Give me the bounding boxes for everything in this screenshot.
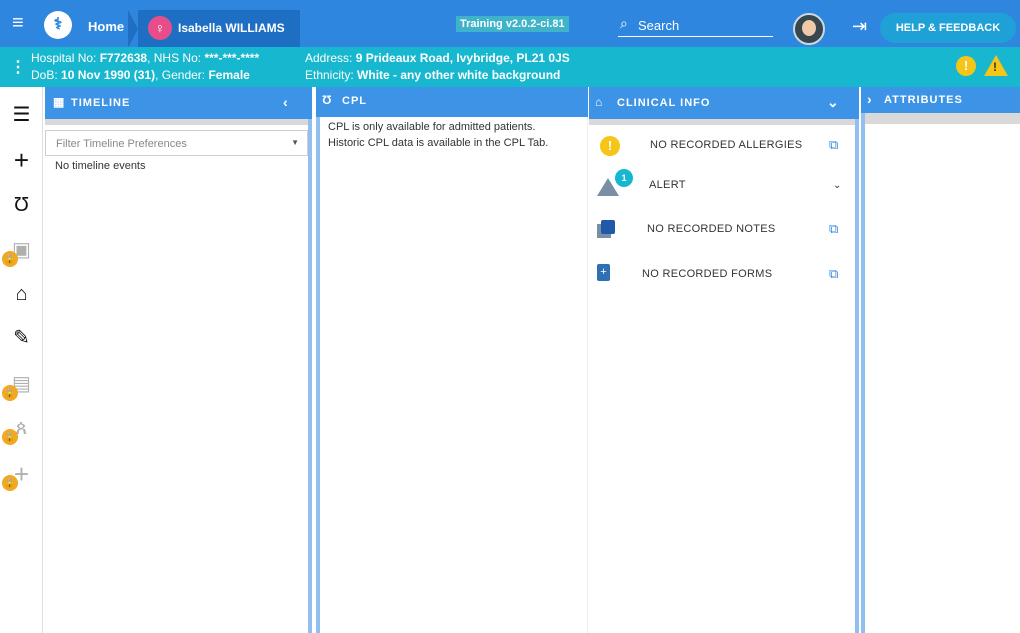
chevron-down-icon[interactable]: ⌄	[833, 180, 841, 191]
gender-label: Gender:	[161, 68, 206, 82]
cpl-message-admitted: CPL is only available for admitted patie…	[328, 121, 536, 133]
address-value: 9 Prideaux Road, Ivybridge, PL21 0JS	[355, 51, 570, 65]
alert-row[interactable]: 1 ALERT ⌄	[589, 169, 855, 201]
alert-label: ALERT	[649, 179, 686, 191]
house-medical-icon: ⌂	[595, 95, 604, 109]
top-bar: ≡ ⚕ Home ♀ Isabella WILLIAMS Training v2…	[0, 0, 1020, 48]
nhs-no-label: NHS No:	[153, 51, 202, 65]
cpl-header: Ʊ CPL	[316, 87, 588, 117]
side-nav: ☰ + Ʊ ▣ 🔒 ⌂ ✎ ▤ 🔒 ጰ 🔒 + 🔒	[0, 87, 43, 633]
house-medical-icon[interactable]: ⌂	[0, 273, 43, 315]
timeline-filter-select[interactable]: ▼	[45, 130, 308, 156]
logout-icon[interactable]: ⇥	[852, 17, 867, 35]
timeline-empty-text: No timeline events	[55, 160, 146, 172]
lock-icon: 🔒	[2, 251, 18, 267]
warning-circle-icon[interactable]: !	[956, 56, 976, 76]
external-link-icon[interactable]: ⧉	[829, 221, 838, 237]
dob-value: 10 Nov 1990 (31)	[61, 68, 156, 82]
list-icon[interactable]: ☰	[0, 94, 43, 136]
timeline-panel: ▼ No timeline events	[45, 119, 312, 633]
ethnicity-value: White - any other white background	[357, 68, 561, 82]
panel-strip	[589, 119, 855, 125]
panel-strip	[45, 119, 308, 125]
cpl-message-historic: Historic CPL data is available in the CP…	[328, 137, 549, 149]
search-icon: ⌕	[620, 15, 628, 31]
warning-triangle-icon[interactable]: !	[984, 55, 1008, 76]
attributes-header: › ATTRIBUTES	[861, 87, 1020, 113]
camera-icon[interactable]: ▣ 🔒	[0, 229, 43, 271]
nhs-no-value: ***-***-****	[204, 51, 260, 65]
search-box[interactable]: ⌕	[618, 15, 773, 37]
clipboard-plus-icon: +	[597, 264, 610, 281]
lock-icon: 🔒	[2, 429, 18, 445]
dropdown-caret-icon[interactable]: ▼	[291, 138, 299, 147]
user-avatar[interactable]	[793, 13, 825, 45]
clinical-info-header: ⌂ CLINICAL INFO ⌄	[589, 87, 859, 119]
hamburger-menu-icon[interactable]: ≡	[12, 13, 24, 33]
home-link[interactable]: Home	[88, 19, 124, 34]
calendar-icon: ▦	[53, 95, 66, 109]
patient-name[interactable]: Isabella WILLIAMS	[178, 21, 285, 35]
app-logo-icon[interactable]: ⚕	[44, 11, 72, 39]
more-vertical-icon[interactable]: ⋮	[10, 57, 26, 77]
search-input[interactable]	[638, 16, 768, 34]
dob-gender-row: DoB: 10 Nov 1990 (31), Gender: Female	[31, 68, 250, 82]
address-label: Address:	[305, 51, 353, 65]
alert-count-badge: 1	[615, 169, 633, 187]
dob-label: DoB:	[31, 68, 58, 82]
lock-icon: 🔒	[2, 385, 18, 401]
gender-value: Female	[208, 68, 250, 82]
chevron-right-icon[interactable]: ›	[867, 91, 873, 107]
timeline-filter-input[interactable]	[56, 136, 286, 152]
address-row: Address: 9 Prideaux Road, Ivybridge, PL2…	[305, 51, 570, 65]
allergy-warning-icon: !	[600, 136, 620, 156]
ethnicity-row: Ethnicity: White - any other white backg…	[305, 68, 560, 82]
allergies-label: NO RECORDED ALLERGIES	[650, 139, 803, 151]
notes-label: NO RECORDED NOTES	[647, 223, 776, 235]
collapse-left-icon[interactable]: ‹	[283, 94, 289, 110]
plus-add-icon[interactable]: + 🔒	[0, 453, 43, 495]
clinical-info-panel: ! NO RECORDED ALLERGIES ⧉ 1 ALERT ⌄ NO R…	[589, 119, 859, 633]
running-person-icon[interactable]: ጰ 🔒	[0, 407, 43, 449]
help-feedback-button[interactable]: HELP & FEEDBACK	[880, 13, 1016, 43]
forms-label: NO RECORDED FORMS	[642, 268, 773, 280]
panel-strip	[865, 113, 1020, 124]
cpl-panel: CPL is only available for admitted patie…	[316, 117, 588, 633]
notes-row[interactable]: NO RECORDED NOTES ⧉	[589, 215, 855, 245]
clinical-info-title: CLINICAL INFO	[617, 97, 711, 109]
stethoscope-icon[interactable]: Ʊ	[0, 184, 43, 226]
hospital-no-label: Hospital No:	[31, 51, 97, 65]
breadcrumb-arrow	[128, 10, 138, 48]
female-patient-icon: ♀	[148, 16, 172, 40]
notes-icon	[597, 220, 615, 238]
patient-banner: ⋮ Hospital No: F772638, NHS No: ***-***-…	[0, 47, 1020, 87]
document-chart-icon[interactable]: ✎	[0, 317, 43, 359]
allergies-row[interactable]: ! NO RECORDED ALLERGIES ⧉	[589, 131, 855, 161]
lock-icon: 🔒	[2, 475, 18, 491]
external-link-icon[interactable]: ⧉	[829, 266, 838, 282]
attributes-panel	[861, 113, 1020, 633]
clipboard-icon[interactable]: ▤ 🔒	[0, 363, 43, 405]
timeline-title: TIMELINE	[71, 97, 131, 109]
plus-icon[interactable]: +	[0, 139, 43, 181]
cpl-title: CPL	[342, 95, 367, 107]
timeline-header: ▦ TIMELINE ‹	[45, 87, 312, 119]
hospital-no-value: F772638	[99, 51, 148, 65]
forms-row[interactable]: + NO RECORDED FORMS ⧉	[589, 260, 855, 290]
stethoscope-icon: Ʊ	[322, 93, 333, 107]
ethnicity-label: Ethnicity:	[305, 68, 354, 82]
chevron-down-icon[interactable]: ⌄	[827, 94, 840, 111]
hospital-nhs-row: Hospital No: F772638, NHS No: ***-***-**…	[31, 51, 260, 65]
user-face-icon	[802, 20, 816, 36]
external-link-icon[interactable]: ⧉	[829, 137, 838, 153]
build-version-badge: Training v2.0.2-ci.81	[456, 16, 569, 32]
attributes-title: ATTRIBUTES	[884, 94, 963, 106]
